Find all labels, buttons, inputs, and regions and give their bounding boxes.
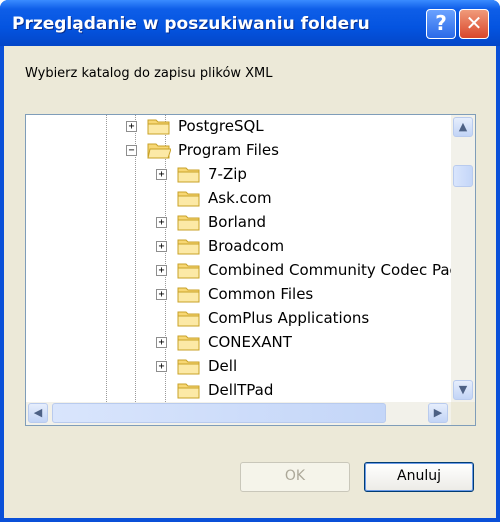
title-bar[interactable]: Przeglądanie w poszukiwaniu folderu ? ✕ xyxy=(0,0,500,46)
window-title: Przeglądanie w poszukiwaniu folderu xyxy=(12,14,370,34)
open-folder-icon xyxy=(147,143,171,159)
tree-item-label: Combined Community Codec Pac xyxy=(208,261,452,279)
tree-item-label: Common Files xyxy=(208,285,314,303)
tree-item-label: Broadcom xyxy=(208,237,285,255)
expand-icon[interactable]: + xyxy=(156,361,167,372)
tree-item-label: Borland xyxy=(208,213,267,231)
vertical-scrollbar[interactable]: ▲ ▼ xyxy=(451,115,475,402)
scroll-left-icon[interactable]: ◀ xyxy=(28,403,48,423)
scroll-down-icon[interactable]: ▼ xyxy=(453,380,473,400)
collapse-icon[interactable]: − xyxy=(126,145,137,156)
tree-item-label: Ask.com xyxy=(208,189,272,207)
folder-icon xyxy=(177,215,200,231)
tree-item[interactable]: Ask.com xyxy=(26,187,452,211)
scrollbar-corner xyxy=(451,402,475,425)
expand-icon[interactable]: + xyxy=(156,217,167,228)
folder-icon xyxy=(177,191,200,207)
horizontal-scroll-thumb[interactable] xyxy=(52,403,386,423)
folder-tree[interactable]: + PostgreSQL − Program Files + 7-Zip Ask… xyxy=(25,114,476,426)
tree-item[interactable]: + Broadcom xyxy=(26,235,452,259)
cancel-button[interactable]: Anuluj xyxy=(364,462,474,492)
tree-rows: + PostgreSQL − Program Files + 7-Zip Ask… xyxy=(26,115,452,402)
description-label: Wybierz katalog do zapisu plików XML xyxy=(25,66,273,81)
tree-item-label: 7-Zip xyxy=(208,165,247,183)
tree-item[interactable]: + Common Files xyxy=(26,283,452,307)
expand-icon[interactable]: + xyxy=(156,265,167,276)
tree-item[interactable]: + Dell xyxy=(26,355,452,379)
folder-icon xyxy=(177,239,200,255)
folder-icon xyxy=(177,383,200,399)
tree-item[interactable]: DellTPad xyxy=(26,379,452,402)
tree-item-label: ComPlus Applications xyxy=(208,309,370,327)
tree-item-label: Program Files xyxy=(178,141,279,159)
tree-item-label: CONEXANT xyxy=(208,333,292,351)
tree-item[interactable]: + 7-Zip xyxy=(26,163,452,187)
folder-icon xyxy=(177,263,200,279)
help-button[interactable]: ? xyxy=(426,9,456,39)
vertical-scroll-thumb[interactable] xyxy=(453,165,473,187)
expand-icon[interactable]: + xyxy=(126,121,137,132)
folder-icon xyxy=(147,119,170,135)
folder-icon xyxy=(177,287,200,303)
ok-button[interactable]: OK xyxy=(240,462,350,492)
tree-item-label: PostgreSQL xyxy=(178,117,264,135)
folder-icon xyxy=(177,359,200,375)
tree-item[interactable]: + Borland xyxy=(26,211,452,235)
expand-icon[interactable]: + xyxy=(156,337,167,348)
expand-icon[interactable]: + xyxy=(156,241,167,252)
tree-item[interactable]: + CONEXANT xyxy=(26,331,452,355)
tree-item[interactable]: − Program Files xyxy=(26,139,452,163)
close-button[interactable]: ✕ xyxy=(459,9,489,39)
scroll-right-icon[interactable]: ▶ xyxy=(428,403,448,423)
expand-icon[interactable]: + xyxy=(156,169,167,180)
folder-icon xyxy=(177,311,200,327)
expand-icon[interactable]: + xyxy=(156,289,167,300)
folder-icon xyxy=(177,335,200,351)
scroll-up-icon[interactable]: ▲ xyxy=(453,117,473,137)
tree-item[interactable]: + PostgreSQL xyxy=(26,115,452,139)
folder-browse-dialog: Przeglądanie w poszukiwaniu folderu ? ✕ … xyxy=(0,0,500,522)
tree-item[interactable]: + Combined Community Codec Pac xyxy=(26,259,452,283)
horizontal-scrollbar[interactable]: ◀ ▶ xyxy=(26,402,452,425)
dialog-body: Wybierz katalog do zapisu plików XML + P… xyxy=(4,46,496,518)
tree-item[interactable]: ComPlus Applications xyxy=(26,307,452,331)
tree-item-label: DellTPad xyxy=(208,381,274,399)
tree-item-label: Dell xyxy=(208,357,238,375)
folder-icon xyxy=(177,167,200,183)
